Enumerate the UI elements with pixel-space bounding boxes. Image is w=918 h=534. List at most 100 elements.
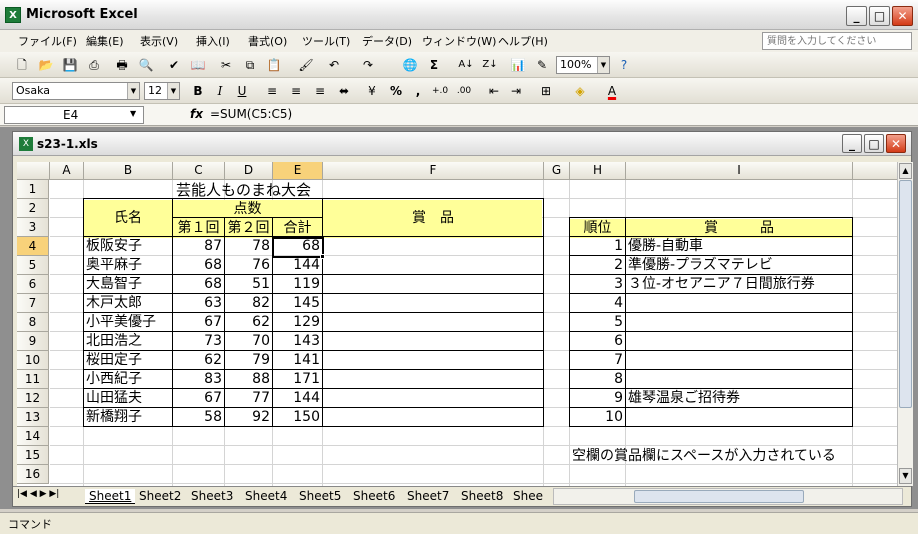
help-search-input[interactable]: 質問を入力してください xyxy=(762,32,912,50)
redo-icon[interactable]: ↷ xyxy=(360,57,376,73)
cell-rank[interactable]: 4 xyxy=(570,294,625,313)
cell-rank[interactable]: 7 xyxy=(570,351,625,370)
tab-sheet1[interactable]: Sheet1 xyxy=(85,489,136,504)
cell-total[interactable]: 150 xyxy=(273,408,322,427)
horizontal-scroll-thumb[interactable] xyxy=(634,490,804,503)
row-header-8[interactable]: 8 xyxy=(17,313,49,332)
help-icon[interactable]: ? xyxy=(616,57,632,73)
cell-round1[interactable]: 62 xyxy=(173,351,224,370)
row-header-15[interactable]: 15 xyxy=(17,446,49,465)
cell-name[interactable]: 山田猛夫 xyxy=(84,389,172,408)
cell-rank[interactable]: 2 xyxy=(570,256,625,275)
cell-name[interactable]: 板阪安子 xyxy=(84,237,172,256)
cell-rank[interactable]: 9 xyxy=(570,389,625,408)
header-name[interactable]: 氏名 xyxy=(84,209,172,228)
column-header-c[interactable]: C xyxy=(173,162,225,180)
percent-button[interactable]: % xyxy=(388,83,404,99)
new-icon[interactable]: 🗋 xyxy=(14,57,30,73)
cell-round2[interactable]: 76 xyxy=(225,256,272,275)
fill-handle[interactable] xyxy=(320,254,325,259)
cell-name[interactable]: 奥平麻子 xyxy=(84,256,172,275)
cell-name[interactable]: 北田浩之 xyxy=(84,332,172,351)
row-header-10[interactable]: 10 xyxy=(17,351,49,370)
open-icon[interactable]: 📂 xyxy=(38,57,54,73)
column-header-e[interactable]: E xyxy=(273,162,323,180)
cell-round2[interactable]: 79 xyxy=(225,351,272,370)
spreadsheet-grid[interactable]: A B C D E F G H I 1 2 3 4 5 6 7 8 9 10 11 12 13 14 15 1… xyxy=(17,162,897,486)
row-header-12[interactable]: 12 xyxy=(17,389,49,408)
decrease-decimal-icon[interactable]: .00 xyxy=(456,83,472,99)
spelling-icon[interactable]: ✔ xyxy=(166,57,182,73)
cell-round1[interactable]: 63 xyxy=(173,294,224,313)
cell-prize[interactable] xyxy=(626,313,852,332)
formula-input[interactable]: =SUM(C5:C5) xyxy=(210,107,292,121)
cell-total[interactable]: 144 xyxy=(273,389,322,408)
column-header-f[interactable]: F xyxy=(323,162,544,180)
cell-total[interactable]: 145 xyxy=(273,294,322,313)
row-header-1[interactable]: 1 xyxy=(17,180,49,199)
comma-button[interactable]: , xyxy=(410,83,426,99)
row-header-3[interactable]: 3 xyxy=(17,218,49,237)
italic-button[interactable]: I xyxy=(212,83,228,99)
cell-prize[interactable] xyxy=(626,408,852,427)
horizontal-scrollbar[interactable] xyxy=(553,488,903,505)
cell-rank[interactable]: 10 xyxy=(570,408,625,427)
row-header-7[interactable]: 7 xyxy=(17,294,49,313)
close-button[interactable]: ✕ xyxy=(892,6,913,26)
cell-prize[interactable] xyxy=(626,351,852,370)
cell-round2[interactable]: 92 xyxy=(225,408,272,427)
cell-total[interactable]: 171 xyxy=(273,370,322,389)
cell-round1[interactable]: 73 xyxy=(173,332,224,351)
cell-prize[interactable]: ３位-オセアニア７日間旅行券 xyxy=(626,275,852,294)
undo-icon[interactable]: ↶ xyxy=(326,57,342,73)
merge-center-icon[interactable]: ⬌ xyxy=(336,83,352,99)
menu-insert[interactable]: 挿入(I) xyxy=(196,33,230,49)
cell-name[interactable]: 大島智子 xyxy=(84,275,172,294)
font-size-select[interactable]: 12 ▼ xyxy=(144,82,180,100)
font-color-icon[interactable]: A xyxy=(604,83,620,99)
cell-round2[interactable]: 51 xyxy=(225,275,272,294)
cell-round1[interactable]: 67 xyxy=(173,389,224,408)
header-prize[interactable]: 賞 品 xyxy=(323,209,543,228)
cell-round2[interactable]: 82 xyxy=(225,294,272,313)
column-header-i[interactable]: I xyxy=(626,162,853,180)
cell-round2[interactable]: 78 xyxy=(225,237,272,256)
workbook-restore-button[interactable]: □ xyxy=(864,134,884,153)
decrease-indent-icon[interactable]: ⇤ xyxy=(486,83,502,99)
cut-icon[interactable]: ✂ xyxy=(218,57,234,73)
vertical-scroll-thumb[interactable] xyxy=(899,180,912,408)
cell-total[interactable]: 141 xyxy=(273,351,322,370)
cell-rank[interactable]: 6 xyxy=(570,332,625,351)
cell-round1[interactable]: 67 xyxy=(173,313,224,332)
row-header-6[interactable]: 6 xyxy=(17,275,49,294)
cell-round1[interactable]: 68 xyxy=(173,275,224,294)
menu-edit[interactable]: 編集(E) xyxy=(86,33,124,49)
tab-sheet8[interactable]: Sheet8 xyxy=(461,489,503,503)
print-icon[interactable]: 🖶 xyxy=(114,57,130,73)
scroll-down-icon[interactable]: ▼ xyxy=(899,468,912,484)
cell-rank[interactable]: 1 xyxy=(570,237,625,256)
cell-round1[interactable]: 83 xyxy=(173,370,224,389)
chart-wizard-icon[interactable]: 📊 xyxy=(510,57,526,73)
align-right-icon[interactable]: ≡ xyxy=(312,83,328,99)
save-icon[interactable]: 💾 xyxy=(62,57,78,73)
tab-sheet3[interactable]: Sheet3 xyxy=(191,489,233,503)
row-header-9[interactable]: 9 xyxy=(17,332,49,351)
cell-total[interactable]: 143 xyxy=(273,332,322,351)
row-header-2[interactable]: 2 xyxy=(17,199,49,218)
menu-help[interactable]: ヘルプ(H) xyxy=(498,33,548,49)
workbook-minimize-button[interactable]: _ xyxy=(842,134,862,153)
column-header-g[interactable]: G xyxy=(544,162,570,180)
cell-prize[interactable]: 雄琴温泉ご招待券 xyxy=(626,389,852,408)
chevron-down-icon[interactable]: ▼ xyxy=(130,109,136,118)
currency-icon[interactable]: ¥ xyxy=(364,83,380,99)
cell-rank[interactable]: 8 xyxy=(570,370,625,389)
row-header-13[interactable]: 13 xyxy=(17,408,49,427)
cell-prize[interactable] xyxy=(626,294,852,313)
cell-round2[interactable]: 77 xyxy=(225,389,272,408)
tab-sheet5[interactable]: Sheet5 xyxy=(299,489,341,503)
minimize-button[interactable]: _ xyxy=(846,6,867,26)
hyperlink-icon[interactable]: 🌐 xyxy=(402,57,418,73)
tab-sheet2[interactable]: Sheet2 xyxy=(139,489,181,503)
menu-tools[interactable]: ツール(T) xyxy=(302,33,350,49)
